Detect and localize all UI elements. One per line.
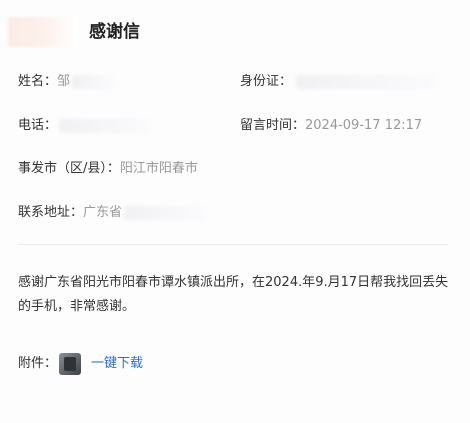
header: 感谢信 (0, 14, 470, 50)
phone-redaction (59, 118, 152, 133)
image-thumbnail-icon[interactable] (59, 353, 82, 375)
letter-page: 感谢信 姓名：邹 身份证： 电话： 留言时间：2024-09-17 12:17 … (0, 0, 470, 423)
download-link[interactable]: 一键下载 (91, 356, 143, 371)
id-field: 身份证： (240, 73, 437, 91)
time-field: 留言时间：2024-09-17 12:17 (240, 117, 422, 135)
name-field: 姓名：邹 (18, 73, 115, 91)
address-redaction (124, 205, 207, 220)
phone-field: 电话： (18, 117, 152, 135)
incident-city-value: 阳江市阳春市 (119, 161, 198, 176)
divider (18, 244, 448, 245)
name-label: 姓名： (18, 74, 58, 89)
phone-label: 电话： (18, 118, 58, 133)
time-label: 留言时间： (240, 118, 306, 133)
avatar (8, 17, 78, 47)
address-value: 广东省 (83, 205, 123, 220)
incident-city-label: 事发市（区/县）： (18, 161, 120, 176)
name-redaction (72, 74, 115, 89)
incident-city-field: 事发市（区/县）：阳江市阳春市 (18, 160, 198, 178)
address-label: 联系地址： (18, 205, 84, 220)
id-redaction (296, 74, 437, 89)
name-value: 邹 (57, 74, 71, 89)
attachment-field: 附件： 一键下载 (18, 353, 143, 376)
message-body: 感谢广东省阳光市阳春市谭水镇派出所，在2024.年9.月17日帮我找回丢失的手机… (18, 275, 449, 314)
attachment-label: 附件： (18, 356, 58, 371)
id-label: 身份证： (240, 74, 293, 89)
page-title: 感谢信 (89, 22, 140, 42)
address-field: 联系地址：广东省 (18, 204, 207, 222)
time-value: 2024-09-17 12:17 (305, 118, 423, 133)
